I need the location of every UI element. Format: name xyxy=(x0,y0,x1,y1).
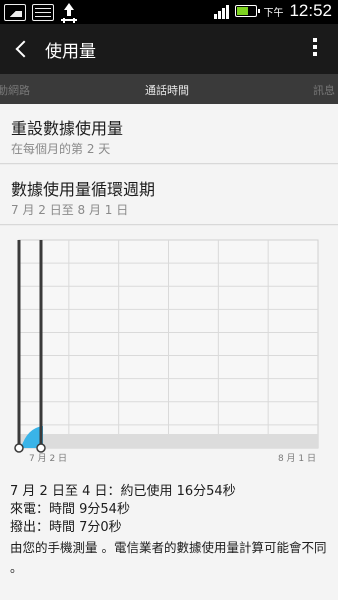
chart-x-label-start: 7 月 2 日 xyxy=(29,453,67,464)
back-icon[interactable] xyxy=(14,39,28,59)
gallery-icon xyxy=(4,3,26,21)
battery-icon xyxy=(235,5,261,17)
outgoing-time-text: 撥出：時間 7分0秒 xyxy=(10,520,122,535)
reset-usage-setting[interactable]: 重設數據使用量 在每個月的第 2 天 xyxy=(0,104,338,164)
signal-icon xyxy=(214,3,230,19)
action-bar: 使用量 xyxy=(0,24,338,74)
measurement-note: 由您的手機測量 。電信業者的數據使用量計算可能會不同 。 xyxy=(10,540,327,575)
usage-chart-svg: 7 月 2 日 8 月 1 日 xyxy=(14,239,319,464)
mail-icon xyxy=(32,3,54,21)
usage-cycle-subtitle: 7 月 2 日至 8 月 1 日 xyxy=(11,203,129,217)
notification-icons xyxy=(4,3,78,21)
system-icons: 下午 12:52 xyxy=(214,1,332,21)
range-usage-text: 7 月 2 日至 4 日：約已使用 16分54秒 xyxy=(10,484,236,499)
chart-baseline-band xyxy=(19,434,318,448)
clock-ampm: 下午 xyxy=(263,7,284,19)
tab-messages[interactable]: 訊息 xyxy=(313,82,335,98)
range-start-handle[interactable] xyxy=(14,443,24,453)
tab-mobile-network[interactable]: 行動網路 xyxy=(0,82,30,98)
range-end-handle[interactable] xyxy=(36,443,46,453)
chart-x-label-end: 8 月 1 日 xyxy=(278,453,316,464)
usage-cycle-setting[interactable]: 數據使用量循環週期 7 月 2 日至 8 月 1 日 xyxy=(0,165,338,225)
overflow-menu-icon[interactable] xyxy=(312,38,318,60)
reset-usage-subtitle: 在每個月的第 2 天 xyxy=(11,142,111,156)
clock-time: 12:52 xyxy=(289,1,332,20)
incoming-time-text: 來電：時間 9分54秒 xyxy=(10,502,130,517)
status-bar: 下午 12:52 xyxy=(0,0,338,24)
tab-call-time[interactable]: 通話時間 xyxy=(145,82,189,98)
usage-summary: 7 月 2 日至 4 日：約已使用 16分54秒 來電：時間 9分54秒 撥出：… xyxy=(0,476,338,600)
usage-cycle-title: 數據使用量循環週期 xyxy=(11,180,156,199)
upload-icon xyxy=(60,3,78,21)
tab-bar: 行動網路 通話時間 訊息 xyxy=(0,74,338,104)
usage-chart[interactable]: 7 月 2 日 8 月 1 日 xyxy=(0,226,338,476)
reset-usage-title: 重設數據使用量 xyxy=(11,119,124,138)
page-title: 使用量 xyxy=(45,42,96,62)
